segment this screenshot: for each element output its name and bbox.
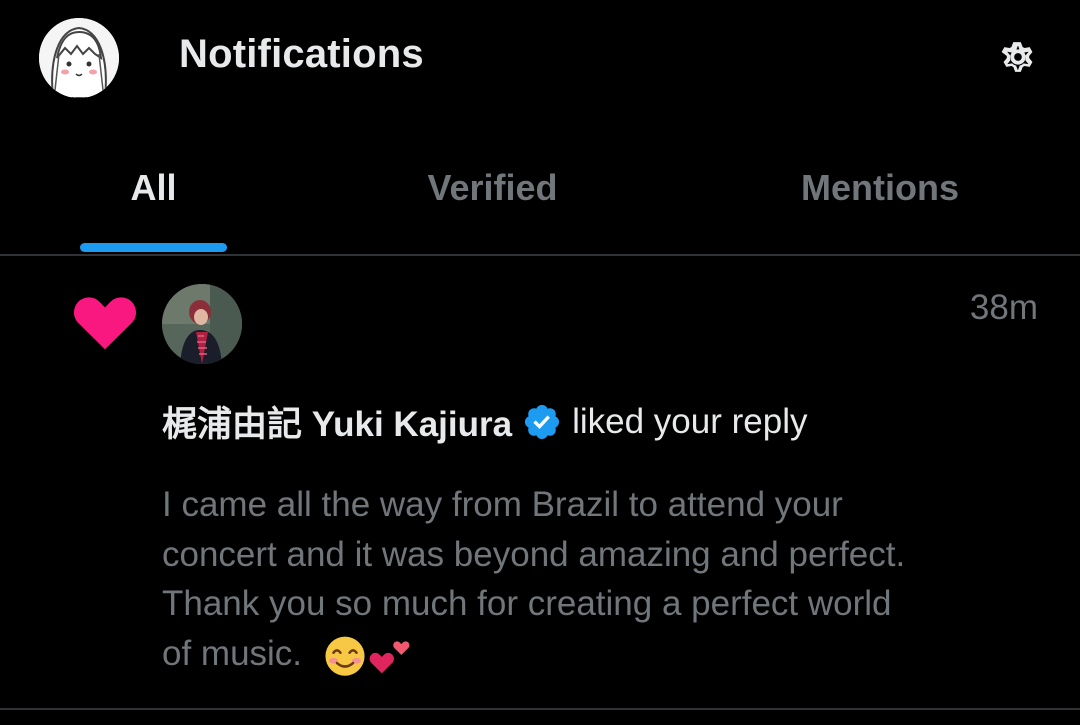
emoji-group xyxy=(312,632,414,678)
notification-action: liked your reply xyxy=(572,401,808,441)
verified-badge-icon xyxy=(525,404,560,439)
gear-icon xyxy=(1001,42,1033,72)
notification-divider xyxy=(0,708,1080,710)
user-name[interactable]: 梶浦由記 Yuki Kajiura xyxy=(162,396,512,447)
top-bar: Notifications xyxy=(0,0,1080,115)
profile-avatar-icon xyxy=(39,18,119,98)
tab-verified-label: Verified xyxy=(427,167,558,208)
reply-text: I came all the way from Brazil to attend… xyxy=(162,480,922,678)
tab-mentions[interactable]: Mentions xyxy=(780,145,980,255)
tab-all-label: All xyxy=(130,167,177,208)
tab-all[interactable]: All xyxy=(80,145,227,255)
user-photo-icon xyxy=(162,284,242,364)
notification-tabs: All Verified Mentions xyxy=(0,145,1080,255)
reply-text-content: I came all the way from Brazil to attend… xyxy=(162,485,906,673)
two-hearts-icon xyxy=(369,641,410,674)
user-avatar[interactable] xyxy=(162,284,242,364)
heart-icon xyxy=(73,293,137,351)
active-tab-indicator xyxy=(80,243,227,252)
notification-headline: 梶浦由記 Yuki Kajiura liked your reply xyxy=(162,396,807,447)
notification-time: 38m xyxy=(969,288,1038,327)
page-title: Notifications xyxy=(179,32,424,76)
tab-mentions-label: Mentions xyxy=(801,167,959,208)
tab-verified[interactable]: Verified xyxy=(400,145,585,255)
settings-button[interactable] xyxy=(995,34,1041,80)
smiling-face-icon xyxy=(325,636,365,676)
profile-avatar[interactable] xyxy=(39,18,119,98)
